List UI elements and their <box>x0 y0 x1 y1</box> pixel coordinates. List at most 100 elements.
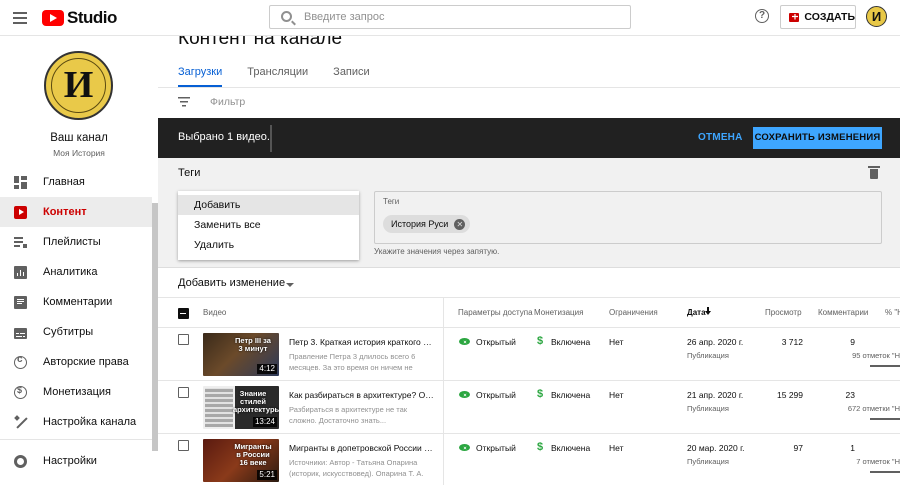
sidebar: И Ваш канал Моя История Главная Контент … <box>0 36 158 485</box>
account-avatar[interactable]: И <box>866 6 887 27</box>
column-header-monetization[interactable]: Монетизация <box>534 308 583 317</box>
tabs-divider <box>158 87 900 88</box>
video-title[interactable]: Как разбираться в архитектуре? Основные … <box>289 390 434 400</box>
video-description: Правление Петра 3 длилось всего 6 месяце… <box>289 352 416 372</box>
save-changes-button[interactable]: СОХРАНИТЬ ИЗМЕНЕНИЯ <box>753 127 882 149</box>
filter-icon[interactable] <box>178 97 190 107</box>
search-icon <box>281 11 292 22</box>
sidebar-item-monetization[interactable]: Монетизация <box>0 377 152 407</box>
video-thumbnail[interactable]: Знание стилей архитектуры 13:24 <box>203 386 279 429</box>
date-status: Публикация <box>687 457 729 466</box>
cancel-button[interactable]: ОТМЕНА <box>698 132 743 143</box>
sidebar-item-label: Субтитры <box>43 326 94 338</box>
youtube-play-icon <box>42 10 64 26</box>
menu-item-replace-all[interactable]: Заменить все <box>178 215 359 235</box>
sidebar-item-dashboard[interactable]: Главная <box>0 167 152 197</box>
gear-icon <box>14 454 27 468</box>
help-icon[interactable]: ? <box>755 9 769 23</box>
sidebar-divider <box>0 439 152 440</box>
video-thumbnail[interactable]: Петр III за 3 минут 4:12 <box>203 333 279 376</box>
content-icon <box>14 205 27 219</box>
row-checkbox[interactable] <box>178 440 189 451</box>
selected-count: Выбрано 1 видео. <box>178 131 270 143</box>
logo-text: Studio <box>67 8 117 27</box>
row-checkbox[interactable] <box>178 334 189 345</box>
customization-icon <box>14 416 27 429</box>
sidebar-item-copyright[interactable]: Авторские права <box>0 347 152 377</box>
comments-value: 9 <box>850 337 855 347</box>
add-change-label: Добавить изменение <box>178 277 286 289</box>
main-content: Контент на канале Загрузки Трансляции За… <box>158 28 900 485</box>
tags-input[interactable]: Теги История Руси ✕ <box>374 191 882 244</box>
table-row[interactable]: Петр III за 3 минут 4:12 Петр 3. Краткая… <box>158 328 900 381</box>
column-header-date[interactable]: Дата <box>687 308 706 317</box>
menu-item-add[interactable]: Добавить <box>178 195 359 215</box>
dashboard-icon <box>14 175 27 189</box>
row-checkbox[interactable] <box>178 387 189 398</box>
restrictions-value: Нет <box>609 443 624 453</box>
date-value: 26 апр. 2020 г. <box>687 337 744 347</box>
analytics-icon <box>14 265 27 279</box>
create-label: СОЗДАТЬ <box>804 11 855 23</box>
table-row[interactable]: Знание стилей архитектуры 13:24 Как разб… <box>158 381 900 434</box>
table-header: Видео Параметры доступа Монетизация Огра… <box>158 297 900 328</box>
table-row[interactable]: Мигранты в России 16 веке 5:21 Мигранты … <box>158 434 900 485</box>
likes-bar <box>870 471 900 473</box>
close-icon[interactable]: ✕ <box>454 218 466 230</box>
thumbnail-caption: Мигранты в России 16 веке <box>234 442 272 467</box>
filter-input[interactable]: Фильтр <box>210 96 245 108</box>
menu-item-remove[interactable]: Удалить <box>178 235 359 255</box>
sidebar-item-playlists[interactable]: Плейлисты <box>0 227 152 257</box>
comments-value: 23 <box>845 390 855 400</box>
column-header-restrictions[interactable]: Ограничения <box>609 308 658 317</box>
sidebar-item-subtitles[interactable]: Субтитры <box>0 317 152 347</box>
views-value: 3 712 <box>781 337 803 347</box>
studio-logo[interactable]: Studio <box>42 8 117 28</box>
sidebar-item-analytics[interactable]: Аналитика <box>0 257 152 287</box>
channel-avatar[interactable]: И <box>44 51 113 120</box>
sidebar-item-comments[interactable]: Комментарии <box>0 287 152 317</box>
column-header-comments[interactable]: Комментарии <box>818 308 868 317</box>
likes-value: 7 отметок "Н <box>856 457 900 466</box>
video-thumbnail[interactable]: Мигранты в России 16 веке 5:21 <box>203 439 279 482</box>
select-all-checkbox[interactable] <box>178 308 189 319</box>
search-input[interactable] <box>304 9 604 25</box>
sidebar-item-customization[interactable]: Настройка канала <box>0 407 152 437</box>
subtitles-icon <box>14 327 27 339</box>
column-header-visibility[interactable]: Параметры доступа <box>458 308 533 317</box>
tab-posts[interactable]: Записи <box>333 66 370 87</box>
monetization-value[interactable]: Включена <box>551 390 590 400</box>
monetization-value[interactable]: Включена <box>551 337 590 347</box>
sidebar-item-label: Настройки <box>43 455 97 467</box>
column-header-views[interactable]: Просмотр <box>765 308 802 317</box>
copyright-icon <box>14 354 27 369</box>
tab-uploads[interactable]: Загрузки <box>178 66 223 87</box>
sidebar-item-content[interactable]: Контент <box>0 197 152 227</box>
video-title[interactable]: Петр 3. Краткая история краткого правлен… <box>289 337 434 347</box>
visibility-value[interactable]: Открытый <box>476 390 516 400</box>
visibility-value[interactable]: Открытый <box>476 443 516 453</box>
menu-icon[interactable] <box>13 12 27 24</box>
visibility-value[interactable]: Открытый <box>476 337 516 347</box>
create-video-icon <box>789 12 800 22</box>
date-status: Публикация <box>687 351 729 360</box>
playlist-icon <box>14 235 27 249</box>
tab-live[interactable]: Трансляции <box>247 66 308 87</box>
comments-value: 1 <box>850 443 855 453</box>
video-description: Источники: Автор - Татьяна Опарина (исто… <box>289 458 424 478</box>
column-header-likes[interactable]: % "Н <box>885 308 900 317</box>
views-value: 15 299 <box>777 390 803 400</box>
monetization-value[interactable]: Включена <box>551 443 590 453</box>
video-title[interactable]: Мигранты в допетровской России XVI века <box>289 443 434 453</box>
sidebar-item-settings[interactable]: Настройки <box>0 446 152 476</box>
create-button[interactable]: СОЗДАТЬ <box>780 5 856 29</box>
video-description: Разбираться в архитектуре не так сложно.… <box>289 405 408 425</box>
tag-chip-label: История Руси <box>391 219 449 229</box>
search-box[interactable] <box>269 5 631 29</box>
tag-chip: История Руси ✕ <box>383 215 471 233</box>
likes-bar <box>870 365 900 367</box>
trash-icon[interactable] <box>868 166 880 179</box>
sort-descending-icon <box>705 307 711 316</box>
top-header: Studio ? СОЗДАТЬ И <box>0 0 900 36</box>
sidebar-item-label: Аналитика <box>43 266 98 278</box>
